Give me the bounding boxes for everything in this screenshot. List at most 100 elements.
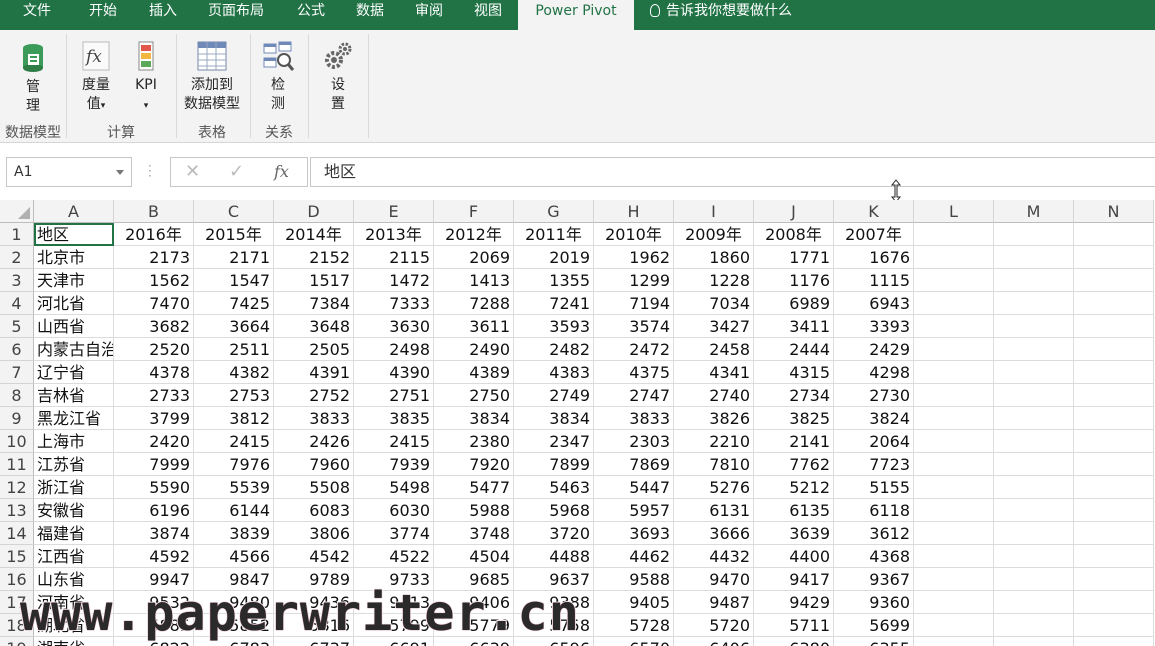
- table-cell[interactable]: 3806: [274, 522, 354, 545]
- table-cell[interactable]: 7194: [594, 292, 674, 315]
- tab-1[interactable]: 开始: [74, 0, 132, 30]
- table-cell[interactable]: 4522: [354, 545, 434, 568]
- table-cell[interactable]: [1074, 246, 1154, 269]
- table-cell[interactable]: [994, 269, 1074, 292]
- table-cell[interactable]: [994, 499, 1074, 522]
- table-cell[interactable]: 2019: [514, 246, 594, 269]
- row-header[interactable]: 5: [0, 315, 34, 338]
- table-cell[interactable]: 5720: [674, 614, 754, 637]
- header-cell[interactable]: 2012年: [434, 223, 514, 246]
- header-cell[interactable]: 地区: [34, 223, 114, 246]
- table-cell[interactable]: 江苏省: [34, 453, 114, 476]
- settings-button[interactable]: 设 置: [318, 40, 358, 114]
- table-cell[interactable]: 9360: [834, 591, 914, 614]
- row-header[interactable]: 2: [0, 246, 34, 269]
- table-cell[interactable]: 3826: [674, 407, 754, 430]
- table-cell[interactable]: 5463: [514, 476, 594, 499]
- row-header[interactable]: 4: [0, 292, 34, 315]
- table-cell[interactable]: 2429: [834, 338, 914, 361]
- table-cell[interactable]: 4504: [434, 545, 514, 568]
- table-cell[interactable]: 5508: [274, 476, 354, 499]
- row-header[interactable]: 12: [0, 476, 34, 499]
- table-cell[interactable]: 4390: [354, 361, 434, 384]
- table-cell[interactable]: 6380: [754, 637, 834, 646]
- name-box[interactable]: A1: [6, 157, 132, 187]
- manage-button[interactable]: 管 理: [12, 42, 54, 116]
- table-cell[interactable]: [1074, 499, 1154, 522]
- table-cell[interactable]: [914, 384, 994, 407]
- table-cell[interactable]: 7034: [674, 292, 754, 315]
- header-cell[interactable]: 2009年: [674, 223, 754, 246]
- table-cell[interactable]: [1074, 292, 1154, 315]
- table-cell[interactable]: 2750: [434, 384, 514, 407]
- table-cell[interactable]: 2064: [834, 430, 914, 453]
- column-header-C[interactable]: C: [194, 200, 274, 223]
- table-cell[interactable]: 1962: [594, 246, 674, 269]
- table-cell[interactable]: 3612: [834, 522, 914, 545]
- header-cell[interactable]: [994, 223, 1074, 246]
- table-cell[interactable]: 2444: [754, 338, 834, 361]
- tab-5[interactable]: 数据: [340, 0, 400, 30]
- table-cell[interactable]: 6196: [114, 499, 194, 522]
- table-cell[interactable]: [994, 545, 1074, 568]
- table-cell[interactable]: 5957: [594, 499, 674, 522]
- table-cell[interactable]: [1074, 568, 1154, 591]
- table-cell[interactable]: 北京市: [34, 246, 114, 269]
- table-cell[interactable]: [1074, 453, 1154, 476]
- row-header[interactable]: 7: [0, 361, 34, 384]
- table-cell[interactable]: 6131: [674, 499, 754, 522]
- header-cell[interactable]: 2013年: [354, 223, 434, 246]
- table-cell[interactable]: [914, 246, 994, 269]
- table-cell[interactable]: 3393: [834, 315, 914, 338]
- table-cell[interactable]: 3693: [594, 522, 674, 545]
- header-cell[interactable]: 2016年: [114, 223, 194, 246]
- table-cell[interactable]: [1074, 430, 1154, 453]
- table-cell[interactable]: 5728: [594, 614, 674, 637]
- table-cell[interactable]: 江西省: [34, 545, 114, 568]
- measure-button[interactable]: fx 度量 值▾: [76, 40, 116, 116]
- table-cell[interactable]: 6083: [274, 499, 354, 522]
- table-cell[interactable]: 4592: [114, 545, 194, 568]
- table-cell[interactable]: 6989: [754, 292, 834, 315]
- table-cell[interactable]: [994, 315, 1074, 338]
- enter-check-icon[interactable]: ✓: [229, 161, 244, 182]
- row-header[interactable]: 11: [0, 453, 34, 476]
- table-cell[interactable]: 1228: [674, 269, 754, 292]
- table-cell[interactable]: [914, 430, 994, 453]
- table-cell[interactable]: 7288: [434, 292, 514, 315]
- column-header-L[interactable]: L: [914, 200, 994, 223]
- column-header-A[interactable]: A: [34, 200, 114, 223]
- table-cell[interactable]: 7723: [834, 453, 914, 476]
- table-cell[interactable]: 3411: [754, 315, 834, 338]
- table-cell[interactable]: 5539: [194, 476, 274, 499]
- table-cell[interactable]: 3666: [674, 522, 754, 545]
- table-cell[interactable]: 3593: [514, 315, 594, 338]
- table-cell[interactable]: 1517: [274, 269, 354, 292]
- table-cell[interactable]: 1355: [514, 269, 594, 292]
- table-cell[interactable]: 2734: [754, 384, 834, 407]
- table-cell[interactable]: 7869: [594, 453, 674, 476]
- header-cell[interactable]: 2010年: [594, 223, 674, 246]
- table-cell[interactable]: 9429: [754, 591, 834, 614]
- table-cell[interactable]: 6118: [834, 499, 914, 522]
- table-cell[interactable]: 9405: [594, 591, 674, 614]
- table-cell[interactable]: [994, 338, 1074, 361]
- column-header-I[interactable]: I: [674, 200, 754, 223]
- header-cell[interactable]: [1074, 223, 1154, 246]
- table-cell[interactable]: 3574: [594, 315, 674, 338]
- table-cell[interactable]: 7762: [754, 453, 834, 476]
- table-cell[interactable]: 福建省: [34, 522, 114, 545]
- table-cell[interactable]: 2115: [354, 246, 434, 269]
- table-cell[interactable]: 7976: [194, 453, 274, 476]
- table-cell[interactable]: 3799: [114, 407, 194, 430]
- chevron-down-icon[interactable]: [116, 170, 124, 175]
- row-header[interactable]: 1: [0, 223, 34, 246]
- table-cell[interactable]: [1074, 315, 1154, 338]
- table-cell[interactable]: 4432: [674, 545, 754, 568]
- table-cell[interactable]: 1547: [194, 269, 274, 292]
- row-header[interactable]: 8: [0, 384, 34, 407]
- table-cell[interactable]: [914, 407, 994, 430]
- table-cell[interactable]: [914, 361, 994, 384]
- table-cell[interactable]: [1074, 522, 1154, 545]
- table-cell[interactable]: 7999: [114, 453, 194, 476]
